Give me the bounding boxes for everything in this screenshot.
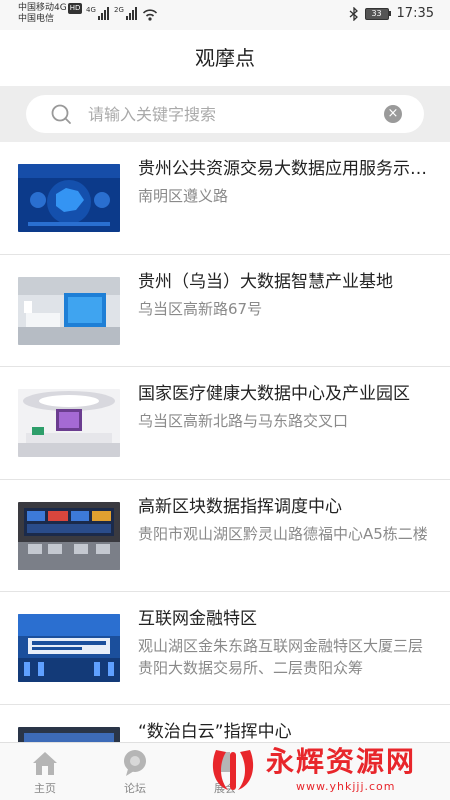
carrier-1: 中国移动4G	[18, 3, 67, 13]
item-title: 互联网金融特区	[138, 609, 257, 629]
list-item[interactable]: 贵州公共资源交易大数据应用服务示范基地 南明区遵义路	[0, 142, 450, 255]
tab-forum[interactable]: 论坛	[90, 743, 180, 800]
thumbnail-image	[18, 726, 120, 742]
list-item[interactable]: 互联网金融特区 观山湖区金朱东路互联网金融特区大厦三层贵阳大数据交易所、二层贵阳…	[0, 592, 450, 705]
home-icon	[33, 752, 57, 775]
hd-badge: HD	[67, 3, 83, 14]
carrier-info: 中国移动4G HD 中国电信	[18, 3, 83, 25]
list-item[interactable]: 国家医疗健康大数据中心及产业园区 乌当区高新北路与马东路交叉口	[0, 367, 450, 480]
watermark-logo	[212, 750, 254, 790]
site-list: 贵州公共资源交易大数据应用服务示范基地 南明区遵义路 贵州（乌当）大数据智慧产业…	[0, 142, 450, 742]
wifi-icon	[142, 9, 158, 21]
item-address: 观山湖区金朱东路互联网金融特区大厦三层贵阳大数据交易所、二层贵阳众筹	[138, 637, 424, 677]
thumbnail-image	[18, 614, 120, 682]
item-title: 贵州（乌当）大数据智慧产业基地	[138, 271, 393, 292]
carrier-2: 中国电信	[18, 14, 55, 24]
chat-bubble-icon	[124, 750, 146, 776]
item-title: 高新区块数据指挥调度中心	[138, 496, 342, 517]
watermark: 永辉资源网 www.yhkjjj.com	[200, 744, 450, 800]
item-address: 乌当区高新路67号	[138, 299, 263, 318]
item-title: 国家医疗健康大数据中心及产业园区	[138, 384, 410, 404]
item-address: 南明区遵义路	[138, 187, 229, 205]
search-input[interactable]	[88, 95, 368, 133]
list-item[interactable]: “数治白云”指挥中心	[0, 705, 450, 742]
bluetooth-icon	[349, 6, 358, 21]
watermark-text: 永辉资源网	[266, 745, 417, 778]
list-item[interactable]: 贵州（乌当）大数据智慧产业基地 乌当区高新路67号	[0, 255, 450, 367]
battery-icon: 33	[364, 7, 391, 20]
tab-home-label: 主页	[34, 782, 56, 795]
thumbnail-image	[18, 501, 120, 570]
item-address: 乌当区高新北路与马东路交叉口	[138, 412, 349, 430]
list-item[interactable]: 高新区块数据指挥调度中心 贵阳市观山湖区黔灵山路德福中心A5栋二楼	[0, 480, 450, 592]
signal-icon-2: 2G	[114, 6, 137, 20]
search-icon	[51, 104, 71, 124]
clock: 17:35	[396, 6, 434, 21]
thumbnail-image	[18, 164, 120, 232]
item-address: 贵阳市观山湖区黔灵山路德福中心A5栋二楼	[138, 524, 428, 543]
signal-icon: 4G	[86, 6, 109, 20]
search-bar: ×	[0, 86, 450, 142]
thumbnail-image	[18, 276, 120, 345]
status-bar: 中国移动4G HD 中国电信 4G 2G 33 17:35	[0, 0, 450, 30]
tab-home[interactable]: 主页	[0, 743, 90, 800]
search-box[interactable]: ×	[26, 95, 424, 133]
item-title: 贵州公共资源交易大数据应用服务示范基地	[138, 159, 434, 179]
clear-icon[interactable]: ×	[384, 105, 402, 123]
page-title: 观摩点	[0, 30, 450, 86]
tab-forum-label: 论坛	[124, 782, 146, 795]
watermark-url: www.yhkjjj.com	[296, 780, 396, 793]
thumbnail-image	[18, 389, 120, 457]
item-title: “数治白云”指挥中心	[138, 721, 292, 742]
